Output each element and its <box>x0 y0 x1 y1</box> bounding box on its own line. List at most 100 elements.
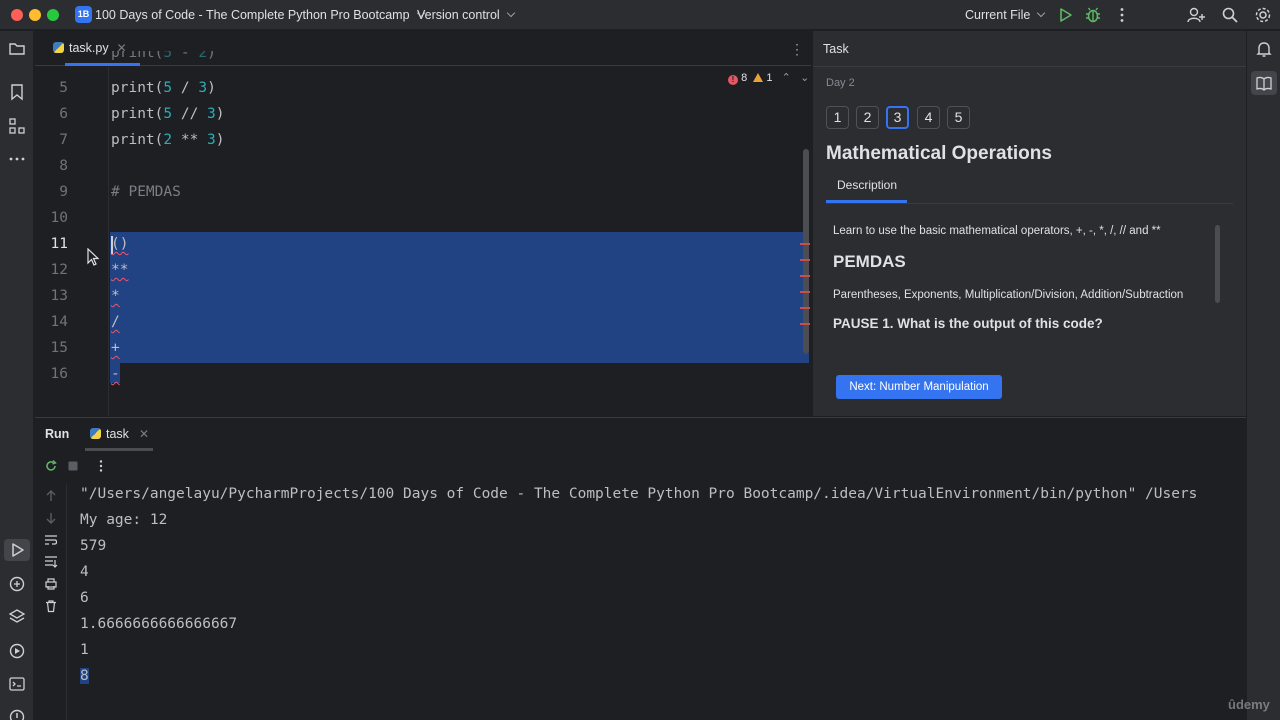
chevron-down-icon <box>1037 8 1046 18</box>
run-configuration-label: Current File <box>965 8 1031 22</box>
pemdas-heading: PEMDAS <box>833 252 906 271</box>
more-options-icon[interactable] <box>94 459 108 473</box>
error-stripe-mark[interactable] <box>800 243 810 245</box>
code-line: 9 # PEMDAS <box>35 179 811 205</box>
line-number: 13 <box>50 288 68 304</box>
task-description[interactable]: Learn to use the basic mathematical oper… <box>826 213 1221 360</box>
comment: # PEMDAS <box>111 184 181 200</box>
scroll-up-icon[interactable] <box>44 489 58 503</box>
version-control-label: Version control <box>417 8 500 22</box>
next-task-button[interactable]: Next: Number Manipulation <box>836 375 1002 399</box>
run-configuration-selector[interactable]: Current File <box>965 8 1046 22</box>
python-file-icon <box>90 428 101 439</box>
active-tab-indicator <box>85 448 153 451</box>
description-scrollbar[interactable] <box>1215 225 1220 303</box>
title-bar: 1B 100 Days of Code - The Complete Pytho… <box>0 0 1280 30</box>
run-tool-icon[interactable] <box>7 540 27 560</box>
tab-run-task[interactable]: task ✕ <box>90 427 149 441</box>
line-number: 11 <box>50 236 68 252</box>
scroll-down-icon[interactable] <box>44 511 58 525</box>
terminal-icon[interactable] <box>7 674 27 694</box>
error-stripe-mark[interactable] <box>800 259 810 261</box>
code-line: 11() <box>35 231 811 257</box>
structure-icon[interactable] <box>7 116 27 136</box>
trash-icon[interactable] <box>44 599 58 613</box>
intro-text: Learn to use the basic mathematical oper… <box>833 225 1161 237</box>
project-name: 100 Days of Code - The Complete Python P… <box>95 8 410 22</box>
settings-gear-icon[interactable] <box>1253 5 1273 25</box>
version-control-menu[interactable]: Version control <box>417 8 515 22</box>
maximize-window-button[interactable] <box>47 9 59 21</box>
console-output-line: 1 <box>80 642 89 658</box>
error-stripe-mark[interactable] <box>800 307 810 309</box>
step-5-button[interactable]: 5 <box>947 106 970 129</box>
code-line: 15 + <box>35 335 811 361</box>
python-packages-icon[interactable] <box>7 574 27 594</box>
step-2-button[interactable]: 2 <box>856 106 879 129</box>
code-editor[interactable]: task.py ✕ ⋮ ! 8 1 ⌃ ⌄ print(5 - 2) 5 print… <box>35 31 811 416</box>
line-number: 10 <box>50 210 68 226</box>
line-number: 14 <box>50 314 68 330</box>
error-stripe-mark[interactable] <box>800 275 810 277</box>
error-stripe-mark[interactable] <box>800 291 810 293</box>
task-panel: Task Day 2 1 2 3 4 5 Mathematical Operat… <box>812 31 1246 416</box>
debug-icon[interactable] <box>1083 5 1103 25</box>
tab-description[interactable]: Description <box>837 178 897 192</box>
code-line: 14/ <box>35 309 811 335</box>
code-line: 6 print(5 // 3) <box>35 101 811 127</box>
code-line: 13 * <box>35 283 811 309</box>
task-panel-title: Task <box>823 42 849 56</box>
divider <box>826 203 1233 204</box>
lesson-day-label: Day 2 <box>826 77 855 89</box>
line-number: 8 <box>59 158 68 174</box>
error-stripe-mark[interactable] <box>800 323 810 325</box>
run-panel-title: Run <box>45 427 70 441</box>
run-icon[interactable] <box>1055 5 1075 25</box>
code-line: 8 <box>35 153 811 179</box>
add-user-icon[interactable] <box>1186 5 1206 25</box>
udemy-watermark: ûdemy <box>1228 697 1270 712</box>
more-tools-icon[interactable] <box>7 149 27 169</box>
code-line: 5 print(5 / 3) <box>35 75 811 101</box>
console-output-line: 579 <box>80 538 107 554</box>
project-selector[interactable]: 100 Days of Code - The Complete Python P… <box>95 8 425 22</box>
divider <box>813 66 1246 67</box>
minimize-window-button[interactable] <box>29 9 41 21</box>
pause-heading: PAUSE 1. What is the output of this code… <box>833 316 1103 331</box>
console-output-line: 1.6666666666666667 <box>80 616 238 632</box>
close-tab-icon[interactable]: ✕ <box>139 427 149 441</box>
console-output-line: 6 <box>80 590 89 606</box>
step-3-button[interactable]: 3 <box>886 106 909 129</box>
console-toolbar <box>35 484 67 720</box>
line-number: 16 <box>50 366 68 382</box>
print-icon[interactable] <box>44 577 58 591</box>
task-book-icon[interactable] <box>1254 73 1274 93</box>
notifications-bell-icon[interactable] <box>1254 39 1274 59</box>
run-panel: Run task ✕ "/Users/angelayu/PycharmProjec… <box>35 417 1246 720</box>
search-icon[interactable] <box>1220 5 1240 25</box>
problems-icon[interactable] <box>7 707 27 720</box>
soft-wrap-icon[interactable] <box>44 533 58 547</box>
stop-icon[interactable] <box>66 459 80 473</box>
console-output-line: My age: 12 <box>80 512 168 528</box>
services-icon[interactable] <box>7 641 27 661</box>
close-window-button[interactable] <box>11 9 23 21</box>
right-tool-strip <box>1246 31 1280 720</box>
step-1-button[interactable]: 1 <box>826 106 849 129</box>
layers-icon[interactable] <box>7 607 27 627</box>
bookmarks-icon[interactable] <box>7 82 27 102</box>
line-number: 12 <box>50 262 68 278</box>
rerun-icon[interactable] <box>44 459 58 473</box>
selected-output: 8 <box>80 668 89 684</box>
run-tab-label: task <box>106 427 129 441</box>
project-folder-icon[interactable] <box>7 39 27 59</box>
pemdas-text: Parentheses, Exponents, Multiplication/D… <box>833 289 1184 301</box>
chevron-down-icon <box>506 8 515 18</box>
more-actions-icon[interactable] <box>1112 5 1132 25</box>
line-number: 9 <box>59 184 68 200</box>
scroll-to-end-icon[interactable] <box>44 555 58 569</box>
step-4-button[interactable]: 4 <box>917 106 940 129</box>
code-line: 12 ** <box>35 257 811 283</box>
console-output-line: 8 <box>80 668 89 684</box>
project-badge[interactable]: 1B <box>75 6 92 23</box>
